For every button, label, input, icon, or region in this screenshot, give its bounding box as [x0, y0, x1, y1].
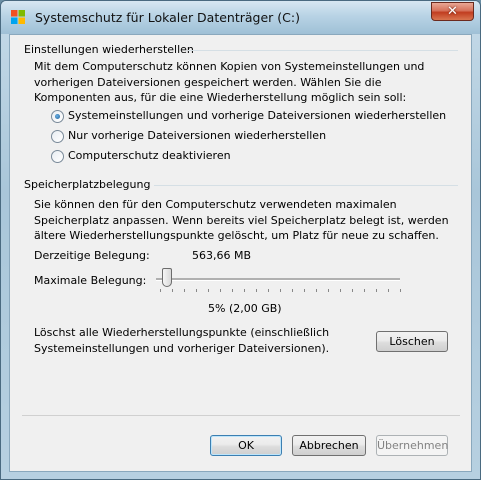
radio-label: Systemeinstellungen und vorherige Dateiv… [68, 109, 447, 122]
restore-settings-heading: Einstellungen wiederherstellen [24, 43, 194, 56]
usage-description: Sie können den für den Computerschutz ve… [34, 198, 449, 242]
section-divider [154, 185, 458, 186]
title-bar[interactable]: Systemschutz für Lokaler Datenträger (C:… [1, 1, 480, 34]
max-usage-slider-track[interactable] [156, 278, 400, 281]
close-icon: ✕ [447, 4, 458, 19]
dialog-window: Systemschutz für Lokaler Datenträger (C:… [0, 0, 481, 480]
section-divider [188, 50, 458, 51]
slider-ticks [160, 289, 401, 293]
max-usage-slider-thumb[interactable] [162, 268, 172, 287]
radio-button-checked[interactable] [51, 110, 64, 123]
cancel-button[interactable]: Abbrechen [292, 435, 366, 456]
max-usage-value: 5% (2,00 GB) [208, 302, 282, 315]
delete-description: Löschst alle Wiederherstellungspunkte (e… [34, 326, 330, 355]
delete-button[interactable]: Löschen [376, 331, 448, 352]
radio-button[interactable] [51, 130, 64, 143]
disk-usage-heading: Speicherplatzbelegung [24, 178, 151, 191]
window-title: Systemschutz für Lokaler Datenträger (C:… [35, 10, 300, 25]
max-usage-label: Maximale Belegung: [34, 274, 147, 287]
restore-description: Mit dem Computerschutz können Kopien von… [34, 60, 425, 104]
footer-divider [22, 415, 460, 416]
radio-button[interactable] [51, 150, 64, 163]
close-button[interactable]: ✕ [431, 2, 474, 21]
radio-label: Nur vorherige Dateiversionen wiederherst… [68, 129, 327, 142]
system-protection-icon [10, 9, 26, 25]
radio-label: Computerschutz deaktivieren [68, 149, 231, 162]
dialog-body: Einstellungen wiederherstellen Mit dem C… [9, 34, 472, 472]
current-usage-label: Derzeitige Belegung: [34, 249, 150, 262]
current-usage-value: 563,66 MB [192, 249, 252, 262]
ok-button[interactable]: OK [210, 435, 282, 456]
apply-button[interactable]: Übernehmen [376, 435, 448, 456]
